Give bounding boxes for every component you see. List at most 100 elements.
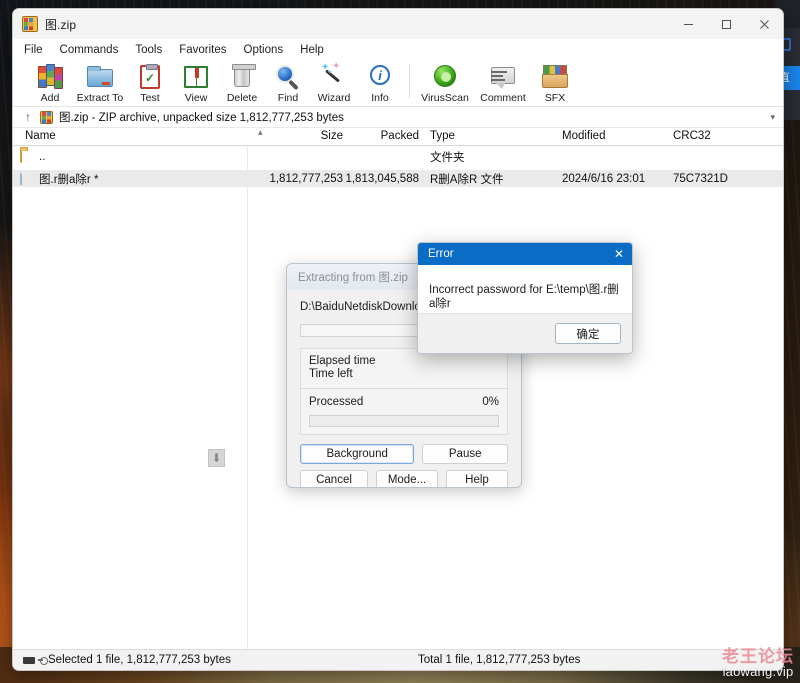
column-header-size[interactable]: Size <box>303 130 343 142</box>
status-bar-icons <box>23 656 48 665</box>
test-clipboard-icon <box>135 63 165 91</box>
delete-trash-icon <box>227 63 257 91</box>
panel-divider[interactable] <box>247 146 248 649</box>
chevron-down-icon[interactable]: ▾ <box>770 112 775 123</box>
row-type: 文件夹 <box>430 151 465 164</box>
progress-dialog-buttons: Background Pause Cancel Mode... Help <box>287 435 521 487</box>
column-header-name[interactable]: Name <box>25 130 56 142</box>
processed-label: Processed <box>309 396 364 408</box>
titlebar[interactable]: 图.zip <box>13 9 783 39</box>
file-icon <box>20 171 33 185</box>
toolbar-label-view: View <box>184 92 208 104</box>
column-headers: Name ▴ Size Packed Type Modified CRC32 <box>13 127 783 146</box>
menu-item-file[interactable]: File <box>23 44 44 56</box>
menu-item-commands[interactable]: Commands <box>59 44 120 56</box>
key-icon <box>38 656 48 665</box>
toolbar-button-test[interactable]: Test <box>127 61 173 106</box>
menu-item-favorites[interactable]: Favorites <box>178 44 227 56</box>
sfx-box-icon <box>540 63 570 91</box>
elapsed-time-label: Elapsed time <box>309 355 376 367</box>
mode-button[interactable]: Mode... <box>376 470 438 487</box>
up-arrow-icon[interactable]: ↑ <box>25 111 31 123</box>
toolbar-label-info: Info <box>371 92 389 104</box>
toolbar-button-comment[interactable]: Comment <box>474 61 532 106</box>
progress-button-row-2: Cancel Mode... Help <box>300 470 508 487</box>
row-crc32: 75C7321D <box>673 172 728 185</box>
row-type: R删A除R 文件 <box>430 173 504 186</box>
progress-button-row-1: Background Pause <box>300 444 509 464</box>
sort-ascending-caret: ▴ <box>258 127 263 137</box>
toolbar-label-extract-to: Extract To <box>76 92 124 104</box>
status-total-text: Total 1 file, 1,812,777,253 bytes <box>418 654 581 666</box>
window-controls <box>669 9 783 39</box>
address-bar[interactable]: ↑ 图.zip - ZIP archive, unpacked size 1,8… <box>13 107 783 128</box>
row-name: 图.r删a除r * <box>39 173 99 186</box>
toolbar-button-delete[interactable]: Delete <box>219 61 265 106</box>
minimize-icon[interactable] <box>669 9 707 39</box>
menu-item-tools[interactable]: Tools <box>134 44 163 56</box>
table-row[interactable]: .. 文件夹 <box>13 148 783 165</box>
error-message: Incorrect password for E:\temp\图.r删a除r <box>429 284 619 310</box>
toolbar-label-wizard: Wizard <box>317 92 351 104</box>
error-dialog-titlebar[interactable]: Error ✕ <box>418 243 632 265</box>
add-archive-icon <box>35 63 65 91</box>
table-row[interactable]: 图.r删a除r * 1,812,777,253 1,813,045,588 R删… <box>13 170 783 187</box>
column-header-modified[interactable]: Modified <box>562 130 605 142</box>
toolbar-button-add[interactable]: Add <box>27 61 73 106</box>
toolbar-button-find[interactable]: Find <box>265 61 311 106</box>
status-bar: Selected 1 file, 1,812,777,253 bytes Tot… <box>13 649 783 670</box>
error-dialog-footer: 确定 <box>418 313 632 353</box>
maximize-icon[interactable] <box>707 9 745 39</box>
folder-up-icon <box>20 149 33 163</box>
drag-ghost-icon: ⬇ <box>208 449 225 467</box>
column-header-crc32[interactable]: CRC32 <box>673 130 711 142</box>
error-dialog: Error ✕ Incorrect password for E:\temp\图… <box>417 242 633 354</box>
close-icon[interactable]: ✕ <box>606 243 632 265</box>
find-magnifier-icon <box>273 63 303 91</box>
progress-total-bar <box>309 415 499 427</box>
address-text: 图.zip - ZIP archive, unpacked size 1,812… <box>59 112 344 124</box>
time-left-label: Time left <box>309 368 353 380</box>
status-selected-text: Selected 1 file, 1,812,777,253 bytes <box>48 654 231 666</box>
window-title: 图.zip <box>45 17 77 32</box>
view-book-icon <box>181 63 211 91</box>
progress-divider <box>301 388 507 389</box>
toolbar-label-virusscan: VirusScan <box>421 92 469 104</box>
virusscan-shield-icon <box>430 63 460 91</box>
error-dialog-title: Error <box>428 248 454 260</box>
menu-item-options[interactable]: Options <box>243 44 285 56</box>
pause-button[interactable]: Pause <box>422 444 509 464</box>
processed-percent: 0% <box>482 396 499 408</box>
toolbar-label-comment: Comment <box>480 92 526 104</box>
toolbar-label-delete: Delete <box>226 92 258 104</box>
archive-icon <box>40 110 53 124</box>
toolbar-button-sfx[interactable]: SFX <box>532 61 578 106</box>
toolbar: Add Extract To Test View Delete <box>13 60 783 107</box>
cancel-button[interactable]: Cancel <box>300 470 368 487</box>
toolbar-label-find: Find <box>277 92 299 104</box>
column-header-type[interactable]: Type <box>430 130 455 142</box>
toolbar-label-test: Test <box>140 92 160 104</box>
processed-row: Processed 0% <box>309 396 499 409</box>
progress-stats-group: Elapsed time Time left Processed 0% <box>300 348 508 435</box>
toolbar-button-virusscan[interactable]: VirusScan <box>416 61 474 106</box>
close-icon[interactable] <box>745 9 783 39</box>
elapsed-time-row: Elapsed time <box>309 355 499 368</box>
time-left-row: Time left <box>309 368 499 381</box>
toolbar-button-wizard[interactable]: ✦ ✦ ✦ Wizard <box>311 61 357 106</box>
background-button[interactable]: Background <box>300 444 415 464</box>
row-name: .. <box>39 150 46 163</box>
comment-bubble-icon <box>488 63 518 91</box>
menubar: File Commands Tools Favorites Options He… <box>13 39 783 60</box>
help-button[interactable]: Help <box>446 470 508 487</box>
toolbar-label-sfx: SFX <box>544 92 566 104</box>
wizard-wand-icon: ✦ ✦ ✦ <box>319 62 349 91</box>
menu-item-help[interactable]: Help <box>299 44 325 56</box>
toolbar-button-extract-to[interactable]: Extract To <box>73 61 127 106</box>
column-header-packed[interactable]: Packed <box>377 130 419 142</box>
extract-folder-icon <box>85 63 115 91</box>
toolbar-button-info[interactable]: i Info <box>357 61 403 106</box>
ok-button[interactable]: 确定 <box>555 323 621 344</box>
toolbar-label-add: Add <box>40 92 60 104</box>
toolbar-button-view[interactable]: View <box>173 61 219 106</box>
